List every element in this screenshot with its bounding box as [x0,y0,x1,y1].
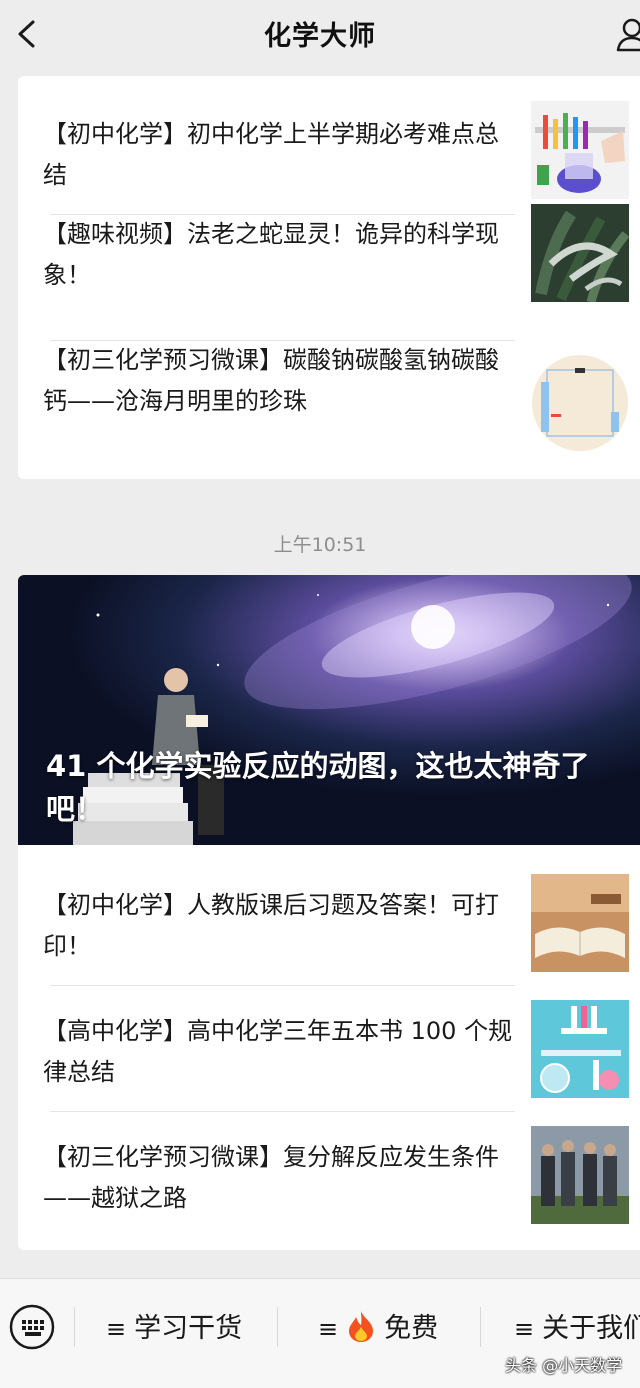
article-item[interactable]: 【初中化学】初中化学上半学期必考难点总结 [18,76,640,202]
lab-test-tubes-thumbnail [531,101,629,199]
hero-title[interactable]: 41 个化学实验反应的动图，这也太神奇了吧！ [46,745,606,831]
article-title[interactable]: 【初三化学预习微课】复分解反应发生条件——越狱之路 [43,1137,513,1219]
message-timestamp: 上午10:51 [273,534,367,556]
menu-label: 关于我们 [542,1313,640,1344]
menu-label: 免费 [384,1313,439,1344]
person-icon[interactable] [612,12,640,56]
article-title[interactable]: 【初三化学预习微课】碳酸钠碳酸氢钠碳酸钙——沧海月明里的珍珠 [43,340,513,422]
menu-list-icon: ≡ [514,1315,535,1343]
article-item[interactable]: 【初三化学预习微课】复分解反应发生条件——越狱之路 [18,1111,640,1237]
article-title[interactable]: 【初中化学】初中化学上半学期必考难点总结 [43,114,513,196]
keyboard-icon[interactable] [8,1303,56,1351]
article-card-2: 41 个化学实验反应的动图，这也太神奇了吧！ 【初中化学】人教版课后习题及答案！… [18,575,640,1250]
article-card-1: 【初中化学】初中化学上半学期必考难点总结 【趣味视频】法老之蛇显灵！诡异的科学现… [18,76,640,479]
article-item[interactable]: 【趣味视频】法老之蛇显灵！诡异的科学现象！ [18,204,640,340]
watermark: 头条 @小天数学 [505,1356,623,1375]
menu-list-icon: ≡ [318,1315,339,1343]
article-item[interactable]: 【初三化学预习微课】碳酸钠碳酸氢钠碳酸钙——沧海月明里的珍珠 [18,340,640,466]
article-title[interactable]: 【趣味视频】法老之蛇显灵！诡异的科学现象！ [43,214,513,296]
chat-page: 化学大师 【初中化学】初中化学上半学期必考难点总结 【趣味视频】法老之蛇显灵！诡… [0,0,640,1388]
beaker-diagram-thumbnail [531,354,629,452]
lab-equipment-illustration-thumbnail [531,1000,629,1098]
article-item[interactable]: 【初中化学】人教版课后习题及答案！可打印！ [18,845,640,972]
page-title: 化学大师 [264,21,376,52]
prison-scene-thumbnail [531,1126,629,1224]
hero-article[interactable]: 41 个化学实验反应的动图，这也太神奇了吧！ [18,575,640,845]
menu-label: 学习干货 [134,1313,243,1344]
menu-separator [277,1307,278,1347]
fire-icon [346,1309,376,1343]
article-title[interactable]: 【高中化学】高中化学三年五本书 100 个规律总结 [43,1011,513,1093]
article-title[interactable]: 【初中化学】人教版课后习题及答案！可打印！ [43,885,513,967]
menu-study-materials[interactable]: ≡ 学习干货 [106,1309,242,1349]
top-bar: 化学大师 [0,0,640,72]
menu-list-icon: ≡ [106,1315,127,1343]
pharaoh-serpent-thumbnail [531,204,629,302]
menu-free[interactable]: ≡ 免费 [318,1309,438,1349]
menu-separator [480,1307,481,1347]
open-book-thumbnail [531,874,629,972]
menu-separator [74,1307,75,1347]
article-item[interactable]: 【高中化学】高中化学三年五本书 100 个规律总结 [18,985,640,1111]
menu-about-us[interactable]: ≡ 关于我们 [514,1309,640,1349]
